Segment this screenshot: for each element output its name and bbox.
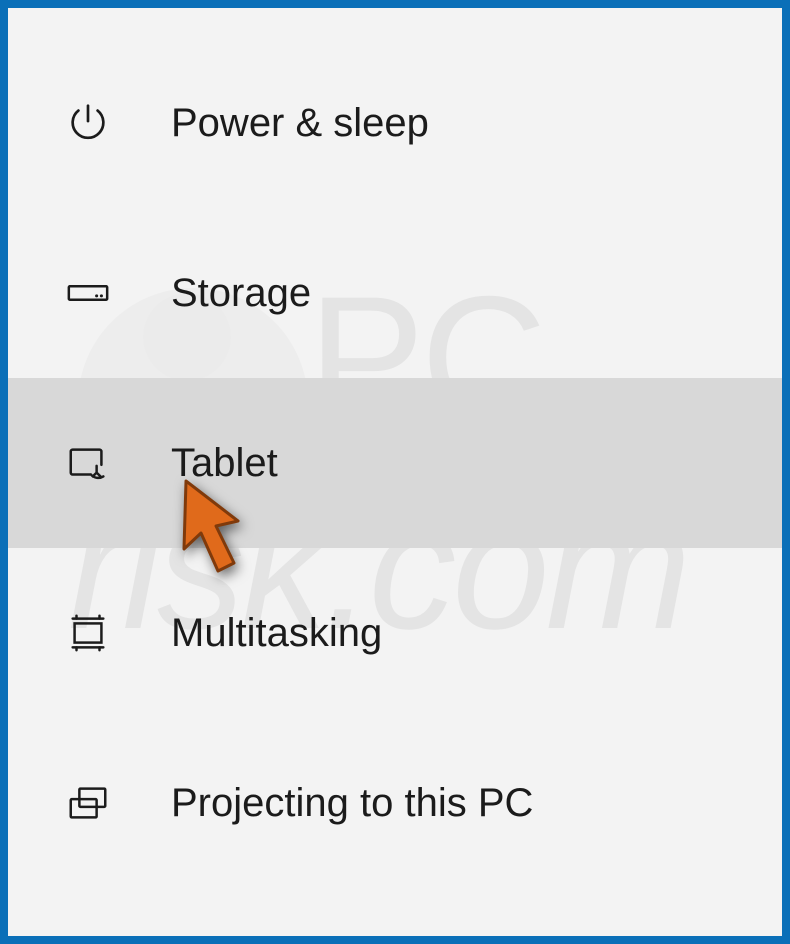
- nav-item-label: Power & sleep: [171, 101, 429, 146]
- multitasking-icon: [63, 608, 113, 658]
- settings-nav: Power & sleep Storage Tablet: [8, 8, 782, 944]
- nav-item-label: Multitasking: [171, 611, 382, 656]
- nav-item-tablet[interactable]: Tablet: [8, 378, 782, 548]
- nav-item-power-sleep[interactable]: Power & sleep: [8, 38, 782, 208]
- nav-item-storage[interactable]: Storage: [8, 208, 782, 378]
- nav-item-multitasking[interactable]: Multitasking: [8, 548, 782, 718]
- power-icon: [63, 98, 113, 148]
- nav-item-shared-experiences[interactable]: Shared experiences: [8, 888, 782, 944]
- projecting-icon: [63, 778, 113, 828]
- nav-item-projecting[interactable]: Projecting to this PC: [8, 718, 782, 888]
- tablet-icon: [63, 438, 113, 488]
- storage-icon: [63, 268, 113, 318]
- nav-item-label: Projecting to this PC: [171, 781, 533, 826]
- nav-item-label: Storage: [171, 271, 311, 316]
- cursor-arrow-icon: [168, 473, 263, 588]
